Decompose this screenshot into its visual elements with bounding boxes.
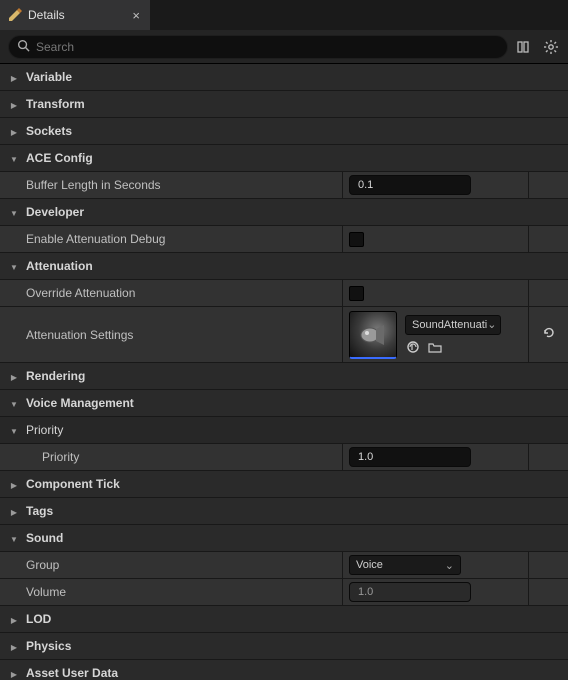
chevron-down-icon bbox=[8, 423, 20, 437]
attenuation-debug-checkbox[interactable] bbox=[349, 232, 364, 247]
category-physics[interactable]: Physics bbox=[0, 633, 568, 660]
chevron-right-icon bbox=[8, 369, 20, 383]
property-label: Enable Attenuation Debug bbox=[0, 226, 343, 252]
property-label: Buffer Length in Seconds bbox=[0, 172, 343, 198]
category-label: ACE Config bbox=[26, 151, 93, 165]
close-icon[interactable]: × bbox=[132, 8, 140, 23]
row-sound-group: Group Voice ⌄ bbox=[0, 552, 568, 579]
category-label: Priority bbox=[26, 423, 63, 437]
category-label: Asset User Data bbox=[26, 666, 118, 680]
chevron-right-icon bbox=[8, 504, 20, 518]
property-label: Priority bbox=[0, 444, 343, 470]
category-label: Sound bbox=[26, 531, 63, 545]
category-label: Sockets bbox=[26, 124, 72, 138]
chevron-down-icon: ⌄ bbox=[445, 559, 454, 572]
property-label: Attenuation Settings bbox=[0, 307, 343, 362]
category-label: Physics bbox=[26, 639, 71, 653]
category-variable[interactable]: Variable bbox=[0, 64, 568, 91]
priority-input[interactable] bbox=[349, 447, 471, 467]
chevron-right-icon bbox=[8, 97, 20, 111]
chevron-down-icon bbox=[8, 205, 20, 219]
row-buffer-length: Buffer Length in Seconds bbox=[0, 172, 568, 199]
category-label: Voice Management bbox=[26, 396, 134, 410]
property-label: Volume bbox=[0, 579, 343, 605]
property-label: Override Attenuation bbox=[0, 280, 343, 306]
property-scroll[interactable]: Variable Transform Sockets ACE Config Bu… bbox=[0, 64, 568, 680]
category-transform[interactable]: Transform bbox=[0, 91, 568, 118]
chevron-right-icon bbox=[8, 477, 20, 491]
category-label: Variable bbox=[26, 70, 72, 84]
category-label: Component Tick bbox=[26, 477, 120, 491]
chevron-right-icon bbox=[8, 639, 20, 653]
combo-value: SoundAttenuati bbox=[412, 319, 487, 331]
category-developer[interactable]: Developer bbox=[0, 199, 568, 226]
gear-icon[interactable] bbox=[542, 38, 560, 56]
chevron-down-icon bbox=[8, 259, 20, 273]
category-lod[interactable]: LOD bbox=[0, 606, 568, 633]
reset-icon[interactable] bbox=[542, 326, 556, 343]
category-label: LOD bbox=[26, 612, 51, 626]
use-selected-icon[interactable] bbox=[405, 339, 421, 355]
chevron-right-icon bbox=[8, 666, 20, 680]
buffer-length-input[interactable] bbox=[349, 175, 471, 195]
tab-bar: Details × bbox=[0, 0, 568, 30]
row-priority: Priority bbox=[0, 444, 568, 471]
chevron-down-icon bbox=[8, 396, 20, 410]
sound-volume-input[interactable] bbox=[349, 582, 471, 602]
category-voice-management[interactable]: Voice Management bbox=[0, 390, 568, 417]
row-enable-attenuation-debug: Enable Attenuation Debug bbox=[0, 226, 568, 253]
chevron-down-icon bbox=[8, 531, 20, 545]
tab-details[interactable]: Details × bbox=[0, 0, 150, 30]
category-label: Developer bbox=[26, 205, 84, 219]
row-sound-volume: Volume bbox=[0, 579, 568, 606]
category-rendering[interactable]: Rendering bbox=[0, 363, 568, 390]
search-input[interactable] bbox=[36, 40, 499, 54]
chevron-down-icon: ⌄ bbox=[487, 318, 496, 331]
category-sound[interactable]: Sound bbox=[0, 525, 568, 552]
row-attenuation-settings: Attenuation Settings SoundAttenuati ⌄ bbox=[0, 307, 568, 363]
override-attenuation-checkbox[interactable] bbox=[349, 286, 364, 301]
sound-group-combo[interactable]: Voice ⌄ bbox=[349, 555, 461, 575]
search-icon bbox=[17, 39, 30, 55]
chevron-down-icon bbox=[8, 151, 20, 165]
tab-title: Details bbox=[28, 8, 65, 22]
chevron-right-icon bbox=[8, 612, 20, 626]
search-box[interactable] bbox=[8, 35, 508, 59]
category-attenuation[interactable]: Attenuation bbox=[0, 253, 568, 280]
asset-thumbnail[interactable] bbox=[349, 311, 397, 359]
layout-icon[interactable] bbox=[516, 38, 534, 56]
browse-asset-icon[interactable] bbox=[427, 339, 443, 355]
search-row bbox=[0, 30, 568, 64]
property-label: Group bbox=[0, 552, 343, 578]
category-component-tick[interactable]: Component Tick bbox=[0, 471, 568, 498]
category-tags[interactable]: Tags bbox=[0, 498, 568, 525]
category-asset-user-data[interactable]: Asset User Data bbox=[0, 660, 568, 680]
row-override-attenuation: Override Attenuation bbox=[0, 280, 568, 307]
pencil-ruler-icon bbox=[8, 8, 22, 22]
category-label: Rendering bbox=[26, 369, 85, 383]
chevron-right-icon bbox=[8, 124, 20, 138]
category-label: Transform bbox=[26, 97, 85, 111]
asset-picker: SoundAttenuati ⌄ bbox=[349, 310, 501, 359]
category-ace-config[interactable]: ACE Config bbox=[0, 145, 568, 172]
chevron-right-icon bbox=[8, 70, 20, 84]
attenuation-asset-combo[interactable]: SoundAttenuati ⌄ bbox=[405, 315, 501, 335]
category-sockets[interactable]: Sockets bbox=[0, 118, 568, 145]
category-label: Attenuation bbox=[26, 259, 93, 273]
subcategory-priority[interactable]: Priority bbox=[0, 417, 568, 444]
combo-value: Voice bbox=[356, 559, 383, 571]
category-label: Tags bbox=[26, 504, 53, 518]
